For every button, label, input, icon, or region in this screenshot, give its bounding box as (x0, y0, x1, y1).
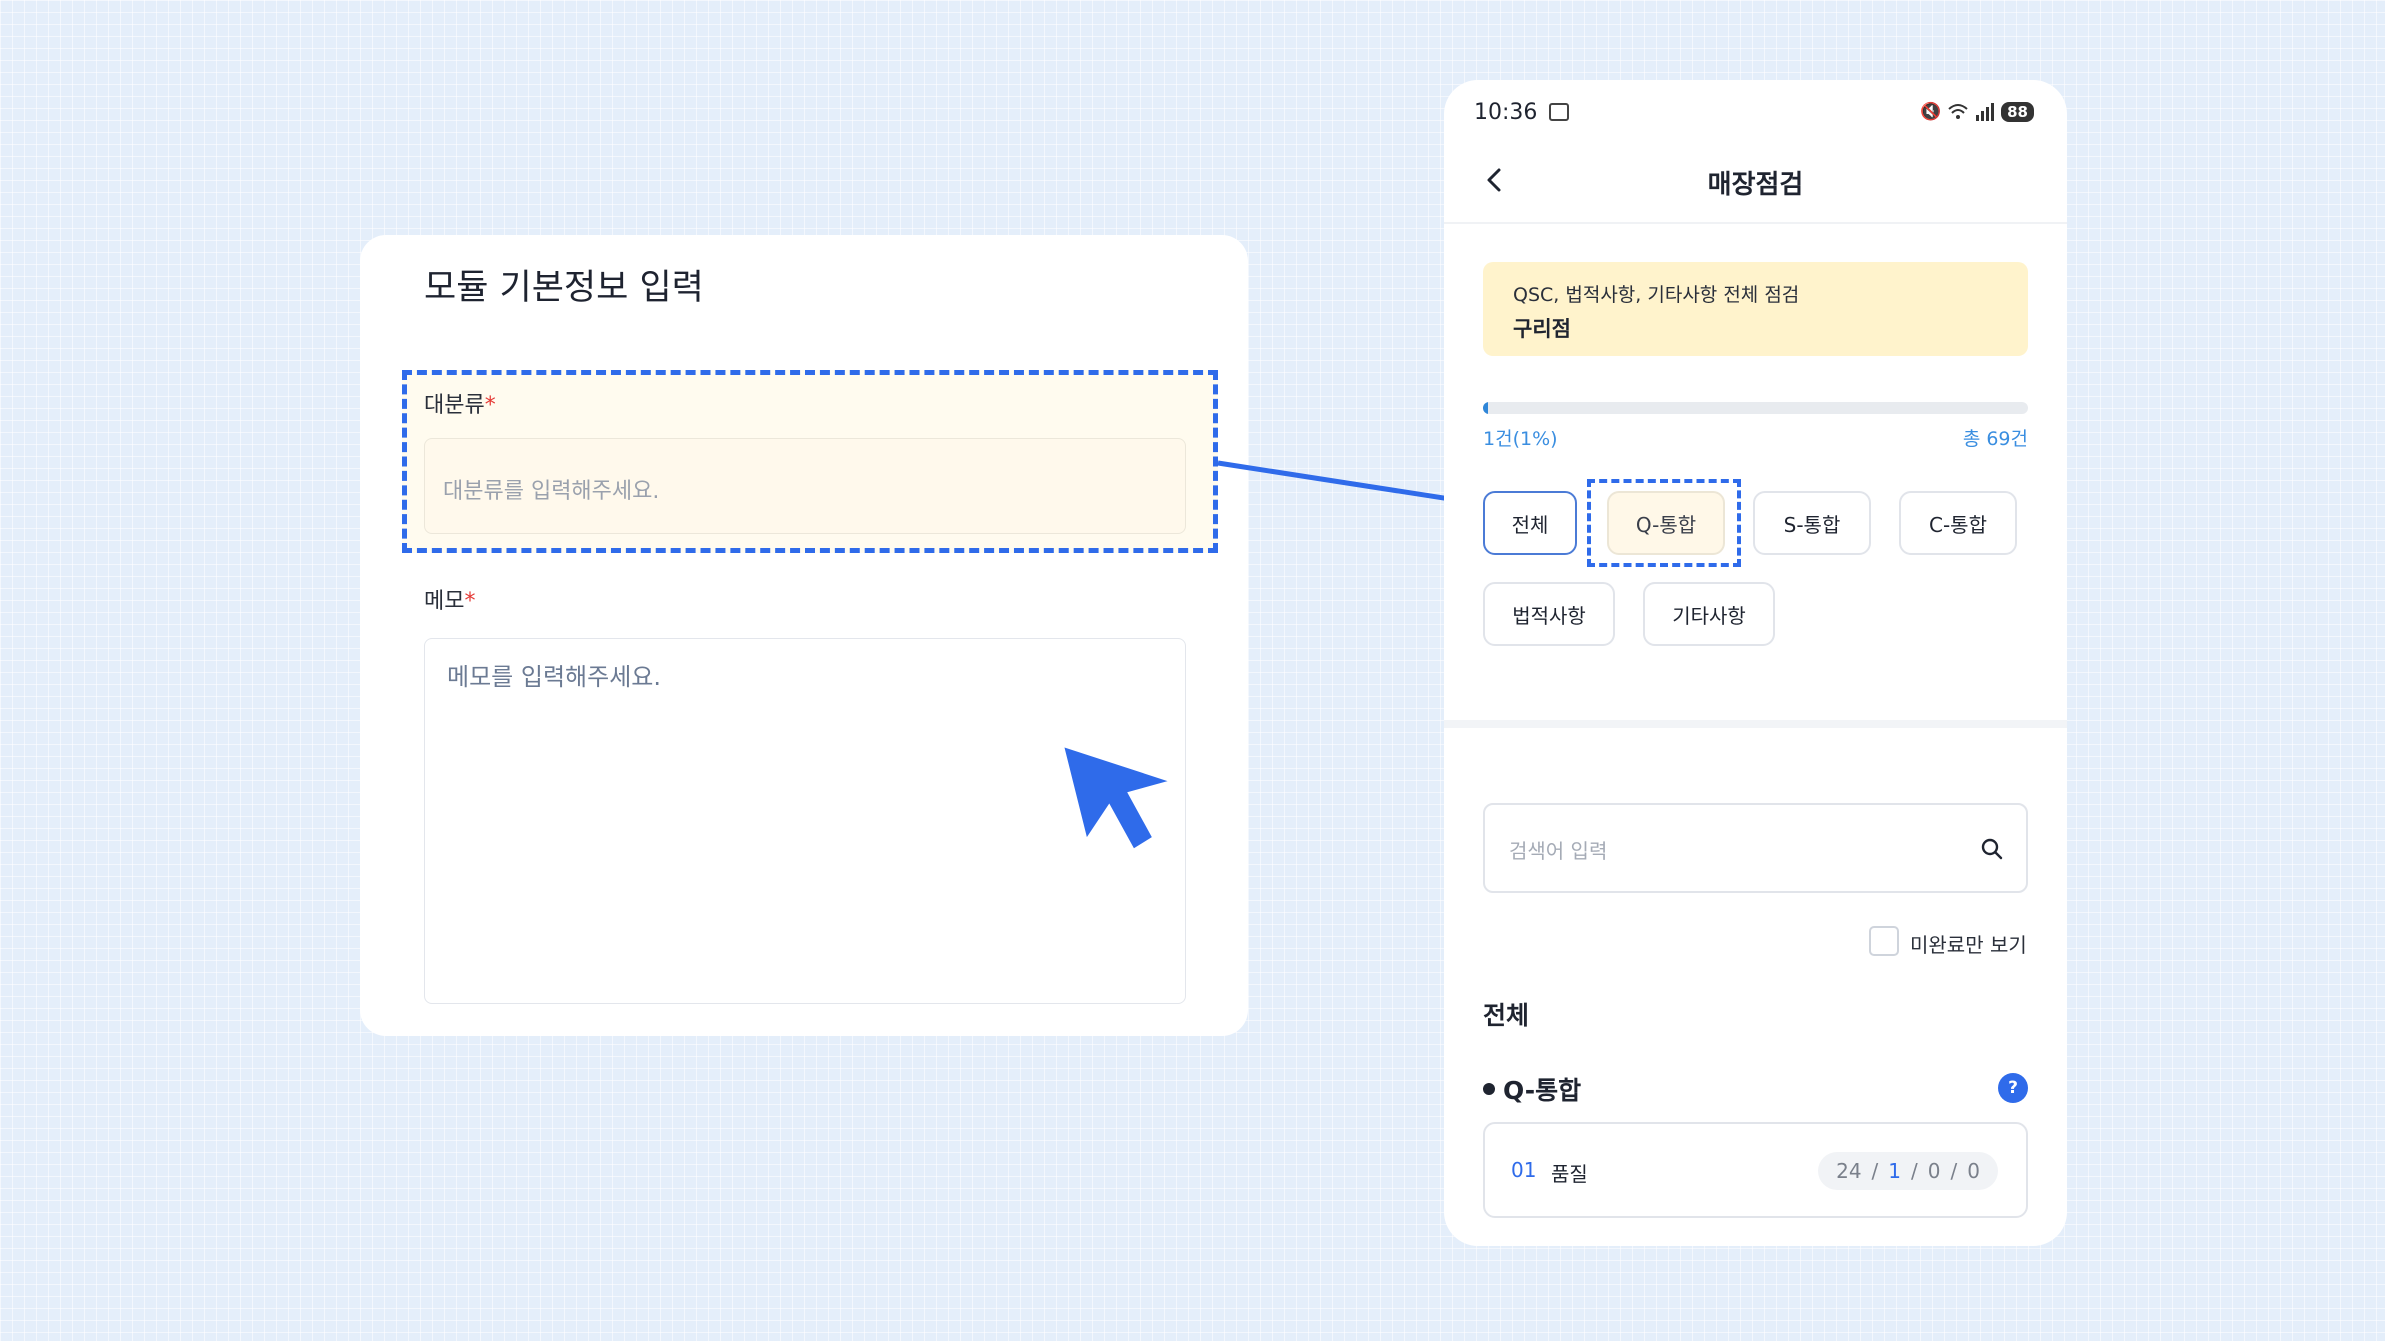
progress-done-count: 1건(1%) (1483, 428, 1558, 450)
module-info-form-card: 모듈 기본정보 입력 대분류* 대분류를 입력해주세요. 메모* 메모를 입력해… (360, 235, 1248, 1036)
section-title: 전체 (1483, 1001, 1530, 1030)
chip-etc[interactable]: 기타사항 (1643, 582, 1775, 646)
screenshot-icon (1549, 103, 1570, 121)
chip-q-highlight (1587, 479, 1741, 567)
signal-icon (1976, 103, 1995, 121)
search-icon[interactable] (1980, 837, 2004, 861)
chip-c-integrated[interactable]: C-통합 (1899, 491, 2017, 555)
bullet-icon (1483, 1083, 1495, 1095)
nav-bar: 매장점검 (1444, 150, 2067, 210)
memo-label: 메모* (424, 583, 475, 615)
progress-total-count: 총 69건 (1962, 428, 2028, 450)
stat-separator: / (1911, 1159, 1918, 1183)
cursor-arrow-icon (1064, 747, 1168, 849)
chip-s-integrated[interactable]: S-통합 (1753, 491, 1871, 555)
incomplete-only-label[interactable]: 미완료만 보기 (1910, 929, 2027, 958)
chip-all[interactable]: 전체 (1483, 491, 1577, 555)
stat-done: 1 (1888, 1159, 1902, 1183)
item-name: 품질 (1551, 1162, 1588, 1186)
item-stats-badge: 24 / 1 / 0 / 0 (1818, 1152, 1998, 1190)
battery-icon: 88 (2001, 102, 2034, 122)
incomplete-only-checkbox[interactable] (1869, 926, 1899, 956)
status-time: 10:36 (1474, 99, 1538, 125)
list-item[interactable]: 01 품질 24 / 1 / 0 / 0 (1483, 1122, 2028, 1218)
status-bar: 10:36 🔇 88 (1474, 94, 2034, 130)
group-title-text: Q-통합 (1503, 1076, 1582, 1105)
wifi-icon (1948, 104, 1968, 119)
notice-store: 구리점 (1513, 317, 1571, 341)
mute-icon: 🔇 (1919, 102, 1942, 122)
required-mark: * (484, 393, 496, 418)
nav-divider (1444, 222, 2067, 224)
progress-fill (1483, 402, 1489, 414)
page-title: 매장점검 (1707, 170, 1804, 200)
group-title: Q-통합 (1483, 1071, 1581, 1107)
item-number: 01 (1511, 1158, 1537, 1182)
stat-a: 0 (1927, 1159, 1941, 1183)
chip-legal[interactable]: 법적사항 (1483, 582, 1615, 646)
major-category-label-text: 대분류 (424, 393, 485, 418)
progress-bar (1483, 402, 2028, 414)
notice-scope: QSC, 법적사항, 기타사항 전체 점검 (1513, 284, 1800, 306)
section-divider (1444, 720, 2067, 728)
stat-separator: / (1950, 1159, 1958, 1183)
help-icon[interactable]: ? (1998, 1073, 2028, 1103)
search-placeholder: 검색어 입력 (1509, 839, 1608, 863)
search-input[interactable]: 검색어 입력 (1483, 803, 2028, 893)
form-title: 모듈 기본정보 입력 (424, 268, 704, 308)
stat-separator: / (1871, 1159, 1879, 1183)
major-category-input[interactable]: 대분류를 입력해주세요. (424, 438, 1186, 534)
memo-label-text: 메모 (424, 589, 465, 614)
required-mark: * (464, 589, 476, 614)
inspection-notice: QSC, 법적사항, 기타사항 전체 점검 구리점 (1483, 262, 2028, 356)
stat-b: 0 (1967, 1159, 1980, 1183)
major-category-label: 대분류* (424, 387, 496, 419)
mobile-screen: 10:36 🔇 88 매장점검 QSC, 법적사항, 기타사항 전체 점검 구리… (1444, 80, 2067, 1246)
status-icons: 🔇 88 (1920, 102, 2034, 122)
stat-total: 24 (1836, 1159, 1862, 1183)
